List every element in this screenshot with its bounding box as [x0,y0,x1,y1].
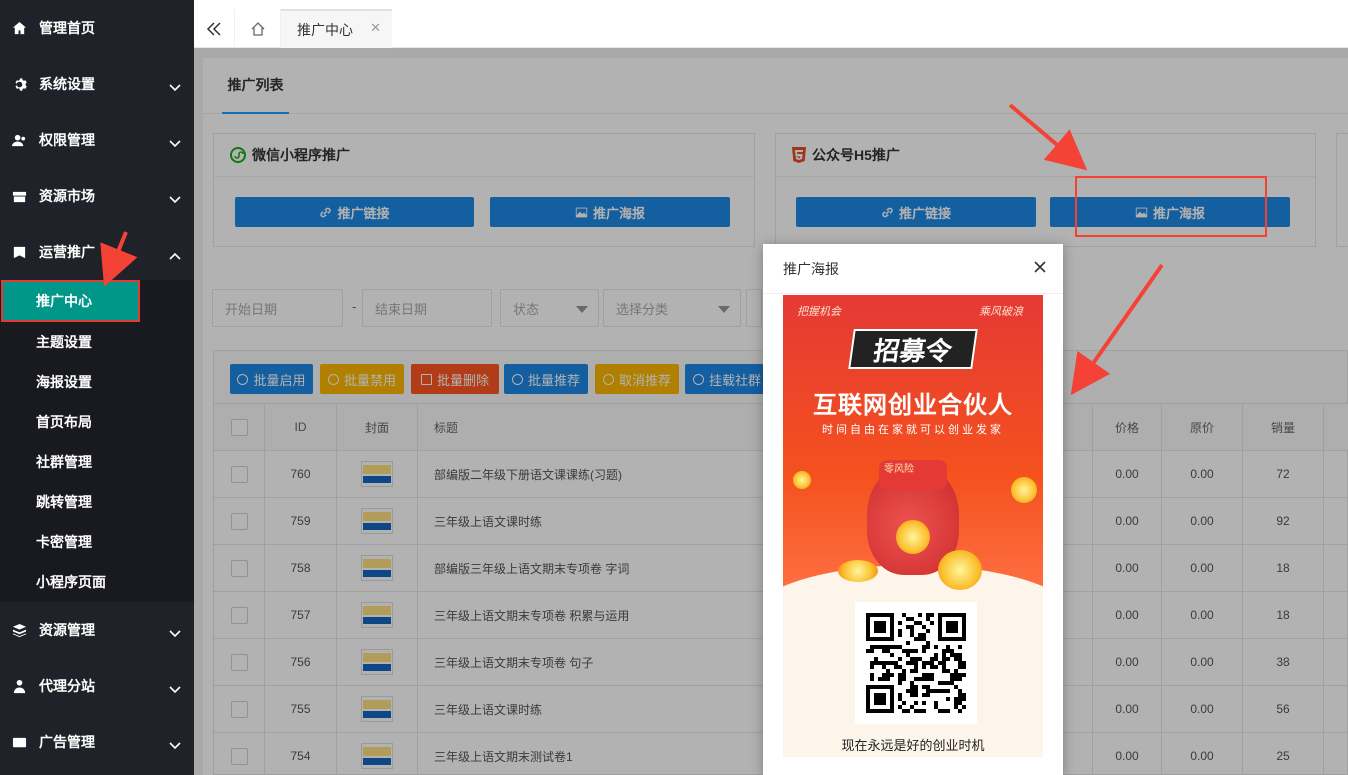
poster-image: 把握机会 乘风破浪 招募令 互联网创业合伙人 时间自由在家就可以创业发家 零风险… [783,295,1043,757]
poster-slogan-right: 乘风破浪 [979,306,1023,318]
modal-title: 推广海报 [783,260,839,277]
coin-icon [1011,477,1037,503]
qr-code [855,602,977,724]
coin-icon [938,550,982,590]
qr-code-icon [866,613,966,713]
coin-icon [793,471,811,489]
poster-slogan-left: 把握机会 [797,306,841,318]
poster-headline: 互联网创业合伙人 [813,392,1013,419]
poster-subheadline: 时间自由在家就可以创业发家 [822,424,1004,436]
coin-icon [896,520,930,554]
close-icon[interactable] [1033,260,1047,274]
coin-icon [838,560,878,582]
modal-header: 推广海报 [763,244,1063,294]
bag-tag-text: 零风险 [884,464,914,475]
annotation-arrows [100,103,1164,396]
poster-modal: 推广海报 把握机会 乘风破浪 招募令 互联网创业合伙人 时间自由在家就可以创业发… [763,244,1063,775]
poster-badge: 招募令 [848,329,978,369]
poster-caption: 现在永远是好的创业时机 [841,738,985,753]
badge-text: 招募令 [871,335,954,366]
